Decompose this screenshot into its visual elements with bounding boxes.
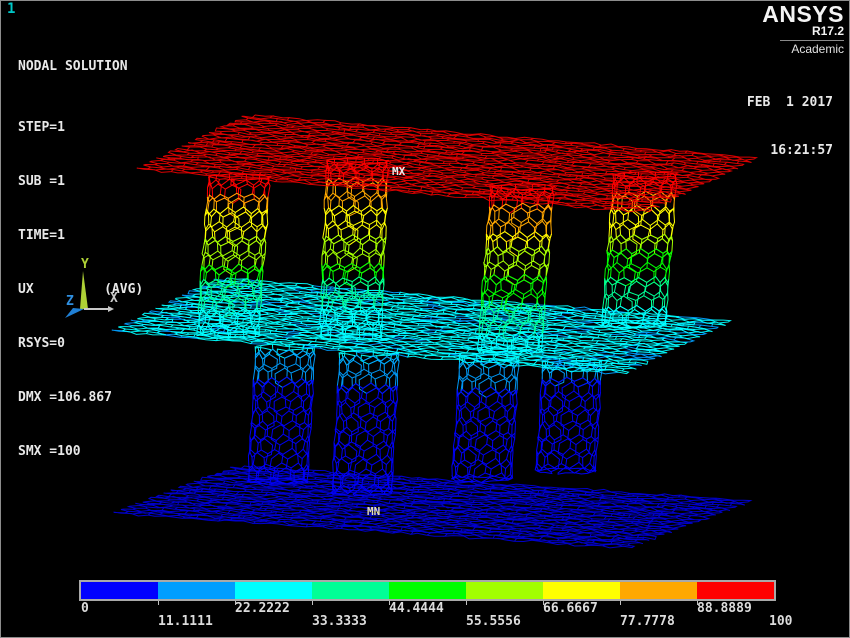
- date-label: FEB 1 2017: [747, 95, 833, 111]
- legend-color-segment: [697, 582, 774, 599]
- x-axis-arrow: [108, 306, 114, 312]
- legend-color-segment: [235, 582, 312, 599]
- solution-info-line: SMX =100: [18, 443, 143, 461]
- legend-color-segment: [620, 582, 697, 599]
- wireframe-layer: [114, 466, 751, 548]
- legend-color-segment: [312, 582, 389, 599]
- legend-value-label: 44.4444: [389, 601, 444, 616]
- wireframe-layer: [201, 234, 673, 285]
- max-node-label: MX: [392, 165, 405, 178]
- datetime-block: FEB 1 2017 16:21:57: [747, 63, 833, 191]
- legend-value-label: 33.3333: [312, 614, 367, 629]
- legend-value-label: 55.5556: [466, 614, 521, 629]
- legend-tick: [312, 601, 313, 605]
- legend-tick: [466, 601, 467, 605]
- y-axis-label: Y: [81, 257, 89, 272]
- legend-value-label: 0: [81, 601, 89, 616]
- z-axis-label: Z: [66, 294, 74, 309]
- legend-value-label: 22.2222: [235, 601, 290, 616]
- plot-number: 1: [7, 1, 15, 17]
- ansys-logo-block: ANSYS R17.2 Academic: [762, 4, 844, 56]
- time-label: 16:21:57: [747, 143, 833, 159]
- legend-color-segment: [389, 582, 466, 599]
- legend-value-label: 11.1111: [158, 614, 213, 629]
- ansys-logo: ANSYS: [762, 4, 844, 25]
- solution-info-line: NODAL SOLUTION: [18, 58, 143, 76]
- y-axis-arrow: [80, 271, 88, 309]
- legend-color-segment: [466, 582, 543, 599]
- z-axis-arrow: [65, 308, 84, 318]
- ansys-edition: Academic: [762, 43, 844, 56]
- legend-value-label: 77.7778: [620, 614, 675, 629]
- coordinate-triad: [51, 246, 141, 326]
- solution-info-line: DMX =106.867: [18, 389, 143, 407]
- graphics-window: 1 NODAL SOLUTION STEP=1 SUB =1 TIME=1 UX…: [0, 0, 850, 638]
- legend-tick: [620, 601, 621, 605]
- legend-color-segment: [81, 582, 158, 599]
- legend-value-label: 88.8889: [697, 601, 752, 616]
- logo-divider: [780, 40, 844, 41]
- solution-info-line: STEP=1: [18, 119, 143, 137]
- legend-value-label: 66.6667: [543, 601, 598, 616]
- contour-legend-strip: [79, 580, 776, 601]
- legend-tick: [158, 601, 159, 605]
- wireframe-layer: [204, 205, 674, 256]
- solution-info-line: TIME=1: [18, 227, 143, 245]
- x-axis-label: X: [110, 291, 118, 306]
- solution-info-line: RSYS=0: [18, 335, 143, 353]
- solution-info-line: SUB =1: [18, 173, 143, 191]
- legend-color-segment: [543, 582, 620, 599]
- legend-value-label: 100: [769, 614, 792, 629]
- legend-color-segment: [158, 582, 235, 599]
- min-node-label: MN: [367, 505, 380, 518]
